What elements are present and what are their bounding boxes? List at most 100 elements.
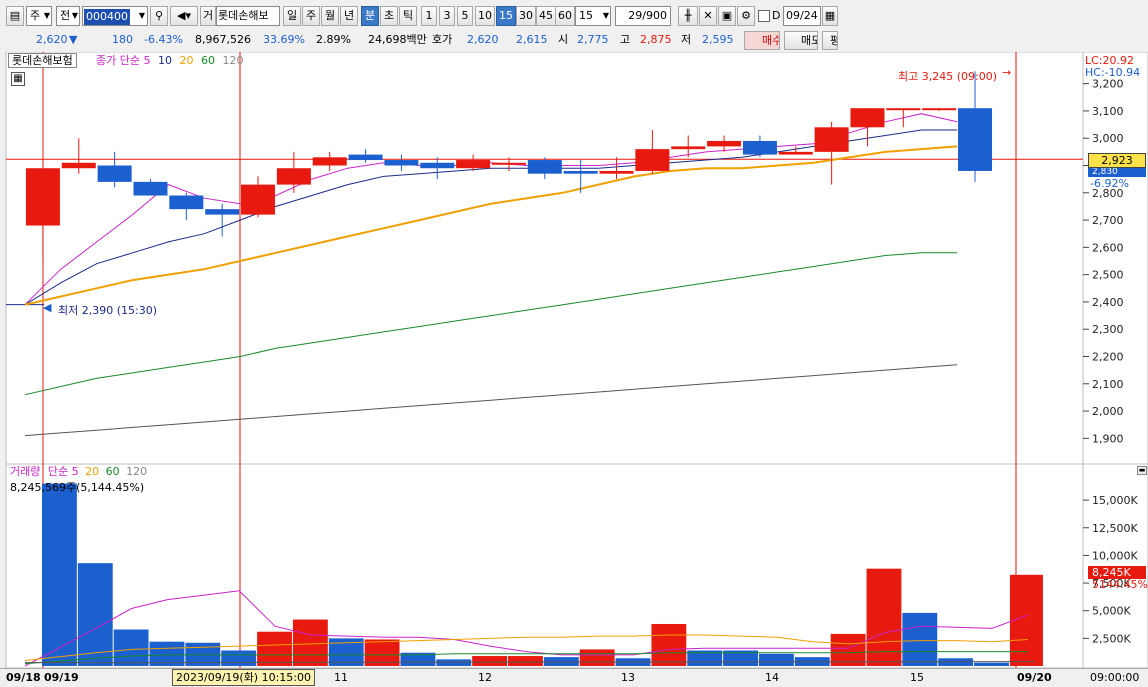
draw-tool-button[interactable]: ✕ [699,6,717,26]
period-week[interactable]: 주 [302,6,320,26]
crosshair-date-tag: 2023/09/19(화) 10:15:00 [172,669,316,686]
volume-panel-close[interactable]: ▬ [1137,466,1147,475]
vol-y-tick-label: 15,000K [1092,494,1138,507]
min-annotation: 최저 2,390 (15:30) [58,304,158,317]
interval-label: 10 [478,9,492,22]
candle-body [886,108,921,111]
candle-body [312,157,347,166]
x-label: 09/19 [44,671,79,684]
volume-ma-label: 단순 [47,465,69,478]
interval-label: 60 [558,9,572,22]
candle-type-button[interactable]: ╫ [678,6,698,26]
y-tick-label: 3,000 [1092,132,1124,145]
type-select-value: 주 [30,9,41,22]
volume-bar [292,619,328,666]
period-minute[interactable]: 분 [361,6,379,26]
volume-bar [257,631,292,666]
date-checkbox[interactable] [758,10,770,22]
right-time-label: 09:00:00 [1090,671,1140,684]
date-input[interactable]: 09/24 [783,6,821,26]
sell-button[interactable]: 매도 [784,31,818,50]
grid-toggle-icon[interactable]: ▦ [11,72,25,86]
volume-ratio: 2.89% [316,33,351,46]
volume-label: 거래량 [10,465,41,478]
gear-icon: ⚙ [741,9,751,22]
last-price-tag: 2,830 [1088,168,1146,177]
y-tick-label: 2,400 [1092,296,1124,309]
volume-bar [759,653,794,666]
candle-body [25,168,60,226]
period-label: 일 [286,9,298,22]
interval-10[interactable]: 10 [475,6,495,26]
interval-45[interactable]: 45 [536,6,556,26]
volume-bar [221,650,257,666]
interval-30[interactable]: 30 [516,6,536,26]
candle-body [527,160,562,174]
y-tick-label: 2,500 [1092,269,1124,282]
candle-body [241,184,276,215]
date-value: 09/24 [786,9,818,22]
open-label: 시 [558,33,569,46]
ma60-legend: 60 [200,54,215,67]
period-second[interactable]: 초 [380,6,398,26]
vol-y-tick-label: 10,000K [1092,549,1138,562]
period-year[interactable]: 년 [340,6,358,26]
category-button[interactable]: 거 [200,6,216,26]
date-check-label: D [772,9,781,22]
interval-60[interactable]: 60 [555,6,575,26]
min-arrow-icon: ◀ [43,301,52,314]
quote-bar: 2,620 ▼ 180 -6.43% 8,967,526 33.69% 2.89… [0,31,1148,50]
last-price: 2,620 [36,33,68,46]
y-tick-label: 2,600 [1092,241,1124,254]
candle-body [420,162,455,169]
volume-pct-tag: 5144.45% [1092,578,1148,591]
settings-button[interactable]: ⚙ [737,6,755,26]
volume-info: 8,245,569주(5,144.45%) [10,481,145,494]
candle-body [599,170,634,174]
stock-code-input[interactable]: 000400 ▼ [82,6,148,26]
price-change: 180 [112,33,133,46]
interval-5[interactable]: 5 [457,6,473,26]
y-tick-label: 3,100 [1092,105,1124,118]
y-tick-label: 2,700 [1092,214,1124,227]
down-arrow-icon: ▼ [69,33,78,46]
data-count-field[interactable]: 29/900 [615,6,671,26]
period-label: 주 [305,9,317,22]
interval-3[interactable]: 3 [439,6,455,26]
sound-button[interactable]: ◀▾ [170,6,198,26]
vol-y-tick-label: 5,000K [1092,605,1131,618]
search-button[interactable]: ⚲ [150,6,168,26]
interval-15[interactable]: 15 [496,6,516,26]
period-month[interactable]: 월 [321,6,339,26]
last-price-value: 2,830 [1092,168,1118,177]
x-label: 14 [765,671,779,684]
candle-body [707,140,742,147]
period-label: 초 [383,9,395,22]
x-label: 11 [334,671,348,684]
type-select[interactable]: 주 ▼ [26,6,52,26]
volume-bar [472,656,508,666]
calendar-button[interactable]: ▦ [822,6,838,26]
interval-1[interactable]: 1 [421,6,437,26]
interval-select[interactable]: 15 ▼ [575,6,611,26]
y-tick-label: 2,200 [1092,351,1124,364]
save-button[interactable]: ▣ [718,6,736,26]
period-label: 틱 [402,9,414,22]
price-chart[interactable]: 1,900 2,000 2,100 2,200 2,300 2,400 2,500 2,600… [0,52,1148,464]
eval-button[interactable]: 평 [822,31,838,50]
interval-label: 1 [425,9,433,22]
max-arrow-icon: → [1002,66,1012,79]
period-tick[interactable]: 틱 [399,6,417,26]
open-price: 2,775 [577,33,609,46]
market-select[interactable]: 전 ▼ [56,6,80,26]
search-icon: ⚲ [154,9,164,22]
volume-bar [42,483,77,666]
chart-menu-icon[interactable]: ▤ [6,6,24,26]
high-price: 2,875 [640,33,672,46]
volume-bar [113,629,149,666]
period-day[interactable]: 일 [283,6,301,26]
candle-body [491,162,526,165]
buy-button[interactable]: 매수 [744,31,780,50]
volume-chart[interactable]: 2,500K5,000K7,500K10,000K12,500K15,000K [0,464,1148,668]
current-price-tag: 2,923 [1088,153,1146,168]
